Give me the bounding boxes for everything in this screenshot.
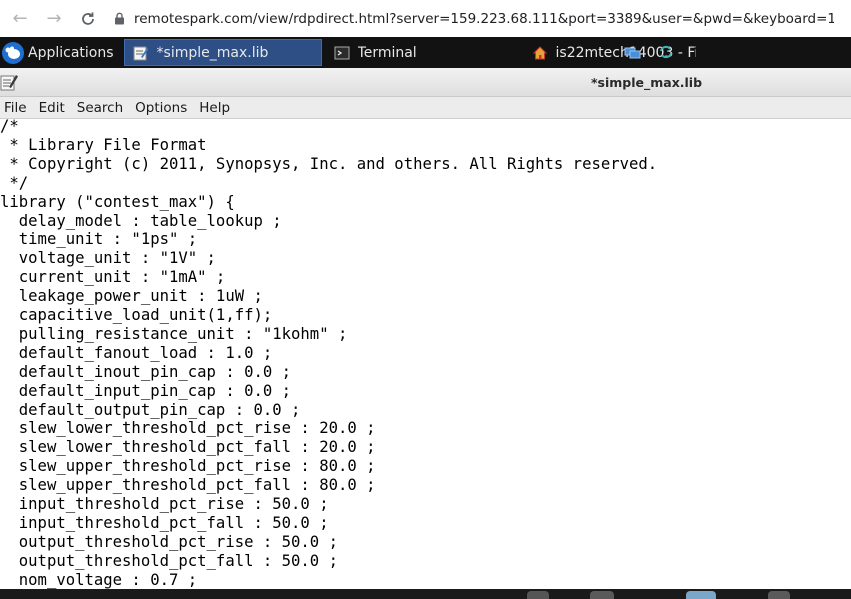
applications-menu[interactable]: Applications <box>0 37 124 68</box>
panel-launcher-icon[interactable] <box>686 591 716 599</box>
code-line: slew_upper_threshold_pct_rise : 80.0 ; <box>0 457 376 476</box>
menu-file[interactable]: File <box>0 100 35 116</box>
text-editor-icon <box>133 45 149 61</box>
reload-icon[interactable] <box>74 5 102 33</box>
panel-launcher-icon[interactable] <box>527 591 549 599</box>
code-line: default_fanout_load : 1.0 ; <box>0 343 273 362</box>
code-line: slew_upper_threshold_pct_fall : 80.0 ; <box>0 476 376 495</box>
code-line: library ("contest_max") { <box>0 192 235 211</box>
code-line: output_threshold_pct_rise : 50.0 ; <box>0 532 338 551</box>
code-line: current_unit : "1mA" ; <box>0 268 226 287</box>
code-line: time_unit : "1ps" ; <box>0 230 198 249</box>
code-line: pulling_resistance_unit : "1kohm" ; <box>0 324 348 343</box>
menu-help[interactable]: Help <box>195 100 238 116</box>
browser-toolbar: ← → remotespark.com/view/rdpdirect.html?… <box>0 0 851 38</box>
code-line: input_threshold_pct_rise : 50.0 ; <box>0 495 329 513</box>
task-label: *simple_max.lib <box>156 44 269 61</box>
code-line: * Copyright (c) 2011, Synopsys, Inc. and… <box>0 154 658 173</box>
code-line: capacitive_load_unit(1,ff); <box>0 306 273 324</box>
refresh-overlay-icon <box>658 44 674 64</box>
taskbar: Applications *simple_max.lib Terminal is… <box>0 37 851 68</box>
window-titlebar[interactable]: *simple_max.lib <box>0 68 851 97</box>
menu-search[interactable]: Search <box>73 100 131 116</box>
code-line: default_inout_pin_cap : 0.0 ; <box>0 362 292 381</box>
applications-label: Applications <box>28 44 114 61</box>
panel-launcher-icon[interactable] <box>590 591 614 599</box>
code-line: */ <box>0 173 29 192</box>
menu-options[interactable]: Options <box>131 100 195 116</box>
menu-edit[interactable]: Edit <box>35 100 73 116</box>
code-line: /* <box>0 119 19 135</box>
back-arrow-icon[interactable]: ← <box>6 5 34 33</box>
code-line: output_threshold_pct_fall : 50.0 ; <box>0 551 338 570</box>
lock-icon[interactable] <box>112 11 126 27</box>
task-label: Terminal <box>357 44 417 61</box>
code-line: nom_voltage : 0.7 ; <box>0 570 198 589</box>
code-line: input_threshold_pct_fall : 50.0 ; <box>0 513 329 532</box>
panel-launcher-icon[interactable] <box>768 591 790 599</box>
xfce-mouse-icon <box>2 41 24 64</box>
code-line: delay_model : table_lookup ; <box>0 211 282 230</box>
window-title: *simple_max.lib <box>591 75 703 90</box>
bottom-panel <box>0 589 851 599</box>
code-line: slew_lower_threshold_pct_fall : 20.0 ; <box>0 438 376 457</box>
screen: ← → remotespark.com/view/rdpdirect.html?… <box>0 0 851 599</box>
home-folder-icon <box>532 45 548 61</box>
forward-arrow-icon[interactable]: → <box>40 5 68 33</box>
network-icon <box>624 44 642 64</box>
code-line: slew_lower_threshold_pct_rise : 20.0 ; <box>0 419 376 438</box>
menubar: File Edit Search Options Help <box>0 97 851 119</box>
code-line: default_output_pin_cap : 0.0 ; <box>0 400 301 419</box>
code-line: * Library File Format <box>0 135 207 154</box>
code-line: default_input_pin_cap : 0.0 ; <box>0 381 292 400</box>
task-file-manager[interactable]: is22mtech14003 - File... <box>524 39 704 66</box>
task-terminal[interactable]: Terminal <box>326 39 506 66</box>
code-line: leakage_power_unit : 1uW ; <box>0 287 263 306</box>
text-editor-icon <box>0 72 20 92</box>
terminal-icon <box>334 45 350 61</box>
text-editor-area[interactable]: /* * Library File Format * Copyright (c)… <box>0 119 851 589</box>
code-line: voltage_unit : "1V" ; <box>0 249 216 268</box>
address-bar[interactable]: remotespark.com/view/rdpdirect.html?serv… <box>134 11 834 27</box>
task-simple-max-lib[interactable]: *simple_max.lib <box>123 39 322 66</box>
